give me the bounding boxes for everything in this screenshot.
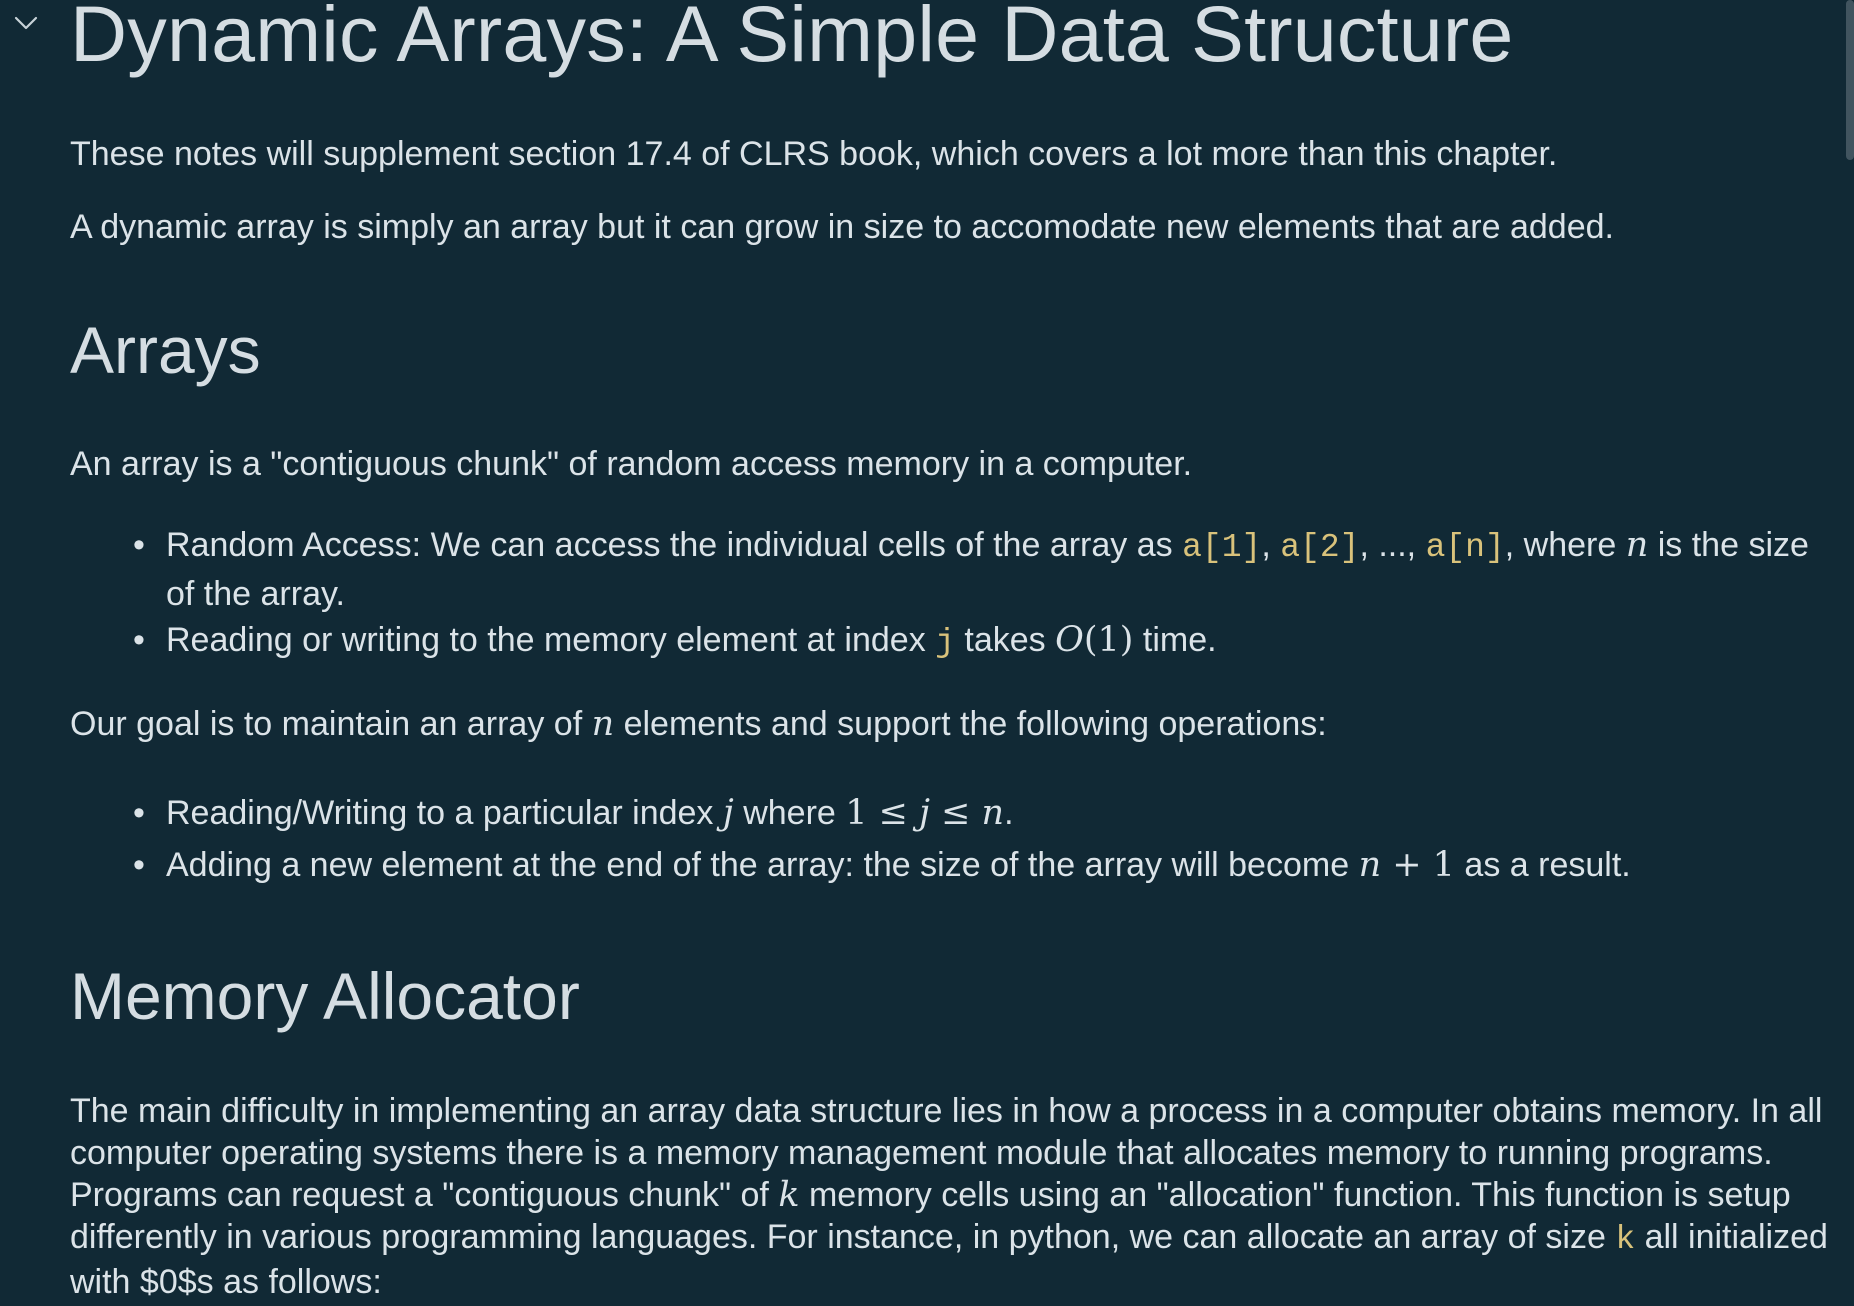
code-k: k [1615,1221,1636,1258]
arrays-bullet-list-2: Reading/Writing to a particular index j … [70,790,1830,888]
arrays-paragraph-2: Our goal is to maintain an array of n el… [70,704,1327,744]
math-j: j [722,793,734,833]
code-an: a[n] [1425,529,1505,566]
list-item: Reading/Writing to a particular index j … [70,790,1830,836]
intro-paragraph-1: These notes will supplement section 17.4… [70,135,1558,173]
math-k: k [778,1175,800,1215]
section-heading-memory-allocator: Memory Allocator [70,959,580,1033]
code-j: j [935,624,955,661]
code-a2: a[2] [1280,529,1360,566]
page-title: Dynamic Arrays: A Simple Data Structure [70,0,1514,78]
chevron-down-icon [14,16,38,30]
arrays-paragraph-1: An array is a "contiguous chunk" of rand… [70,445,1193,483]
code-a1: a[1] [1182,529,1262,566]
math-n: n [591,704,615,744]
arrays-bullet-list-1: Random Access: We can access the individ… [70,522,1830,666]
collapse-toggle[interactable] [12,12,40,34]
math-big-o: O [1055,620,1084,660]
scrollbar-thumb[interactable] [1846,0,1854,160]
math-n: n [1358,845,1382,885]
memory-paragraph-1: The main difficulty in implementing an a… [70,1092,1828,1301]
list-item: Adding a new element at the end of the a… [70,842,1830,888]
list-item: Reading or writing to the memory element… [70,617,1830,666]
section-heading-arrays: Arrays [70,313,261,387]
list-item: Random Access: We can access the individ… [70,522,1830,617]
math-n: n [1625,525,1649,565]
intro-paragraph-2: A dynamic array is simply an array but i… [70,208,1614,246]
